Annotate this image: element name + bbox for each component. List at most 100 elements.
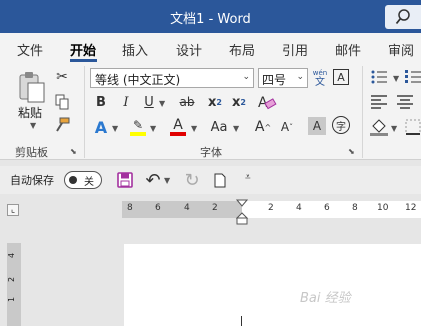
chevron-down-icon: ⌄ [296,72,304,82]
new-document-icon [214,173,226,187]
ruler-tick: 2 [7,276,17,283]
chevron-down-icon: ⌄ [242,72,250,82]
superscript-2: 2 [240,97,246,107]
superscript-button[interactable]: x2 [229,93,249,111]
ruler-tick: 4 [184,203,190,213]
paste-dropdown[interactable]: ▼ [30,121,36,130]
shading-dropdown[interactable]: ▼ [391,124,397,133]
ruler-tick: 10 [377,203,389,213]
autosave-toggle-state: 关 [84,177,94,188]
shrink-font-letter: A [280,120,290,134]
tab-insert[interactable]: 插入 [122,40,148,59]
font-name-dropdown[interactable]: 等线 (中文正文) ⌄ [90,68,254,88]
undo-dropdown[interactable]: ▼ [164,176,170,185]
watermark: Bai 经验 [300,291,351,306]
borders-button[interactable] [404,117,421,137]
strikethrough-button[interactable]: ab [177,93,197,111]
change-case-dropdown[interactable]: ▼ [233,124,239,133]
font-color-dropdown[interactable]: ▼ [191,124,197,133]
subscript-2: 2 [216,97,222,107]
customize-qat-icon[interactable]: ⩡ [245,172,251,183]
bold-button[interactable]: B [93,93,109,111]
numbering-icon [404,70,421,83]
cut-icon: ✂ [56,69,68,85]
font-color-button[interactable]: A [168,116,188,138]
clipboard-group-label: 剪贴板 [15,146,48,159]
italic-button[interactable]: I [118,93,134,111]
text-effects-dropdown[interactable]: ▼ [112,124,118,133]
font-name-value: 等线 (中文正文) [95,73,181,87]
tab-selector[interactable]: ⌞ [7,204,19,216]
save-icon [117,172,133,188]
phonetic-guide-button[interactable]: wén 文 [310,66,330,90]
text-cursor [241,316,242,326]
document-page[interactable] [124,244,421,326]
change-case-button[interactable]: Aa [206,117,232,137]
character-shading-button[interactable]: A [308,117,326,135]
character-border-label: A [337,70,345,84]
font-launcher-icon[interactable]: ⬊ [348,147,355,156]
tab-layout[interactable]: 布局 [229,40,255,59]
enclose-characters-button[interactable]: 字 [332,116,350,134]
quick-access-toolbar: 自动保存 关 ↶ ▼ ↻ ⩡ [0,166,421,194]
borders-icon [405,119,420,135]
highlight-color-swatch [130,132,146,136]
bullets-icon [371,70,387,84]
ruler-tick: 2 [268,203,274,213]
underline-dropdown[interactable]: ▼ [159,99,165,108]
autosave-toggle[interactable]: 关 [64,171,102,189]
phonetic-char: 文 [315,77,325,88]
ruler-tick: 1 [7,296,17,303]
ruler-tick: 4 [7,252,17,259]
redo-button[interactable]: ↻ [182,170,202,191]
horizontal-ruler[interactable]: 8 6 4 2 2 4 6 8 10 12 [122,201,421,218]
paste-icon [19,72,45,103]
indent-marker-icon[interactable] [236,199,248,225]
ruler-tick: 6 [155,203,161,213]
grow-font-button[interactable]: A ^ [253,117,273,137]
superscript-x: x [232,94,241,110]
align-left-button[interactable] [370,93,388,111]
bullets-button[interactable] [370,68,388,86]
numbering-button[interactable] [404,68,421,86]
highlight-dropdown[interactable]: ▼ [150,124,156,133]
font-size-dropdown[interactable]: 四号 ⌄ [258,68,308,88]
vertical-ruler[interactable]: 4 2 1 [7,243,21,326]
text-effects-button[interactable]: A [92,117,110,137]
underline-button[interactable]: U [141,93,157,111]
tab-file[interactable]: 文件 [17,40,43,59]
tab-home[interactable]: 开始 [70,40,96,59]
grow-font-letter: A [254,119,265,135]
tab-review[interactable]: 审阅 [388,40,414,59]
tab-design[interactable]: 设计 [176,40,202,59]
highlight-button[interactable]: ✎ [128,116,148,138]
tab-mailings[interactable]: 邮件 [335,40,361,59]
ruler-tick: 8 [127,203,133,213]
clear-formatting-button[interactable]: A [257,92,277,112]
format-painter-icon [56,117,70,132]
undo-button[interactable]: ↶ [144,169,162,191]
search-button[interactable] [385,5,421,29]
subscript-button[interactable]: x2 [205,93,225,111]
paste-button[interactable] [14,70,48,104]
highlighter-icon: ✎ [132,118,144,132]
ruler-tick: 2 [212,203,218,213]
save-button[interactable] [116,171,134,189]
search-icon [395,9,410,25]
tab-references[interactable]: 引用 [282,40,308,59]
align-center-button[interactable] [396,93,414,111]
cut-button[interactable]: ✂ [54,68,70,86]
paragraph-shading-button[interactable] [370,117,388,137]
bullets-dropdown[interactable]: ▼ [393,74,399,83]
new-document-button[interactable] [212,171,228,189]
ruler-tick: 8 [352,203,358,213]
group-separator [362,66,363,158]
copy-button[interactable] [54,93,70,111]
ruler-margin-left [122,201,242,218]
font-color-swatch [170,132,186,136]
undo-icon: ↶ [145,169,161,191]
character-border-button[interactable]: A [333,69,349,85]
format-painter-button[interactable] [54,116,70,134]
shrink-font-button[interactable]: Aˇ [277,117,297,137]
clipboard-launcher-icon[interactable]: ⬊ [70,147,77,156]
